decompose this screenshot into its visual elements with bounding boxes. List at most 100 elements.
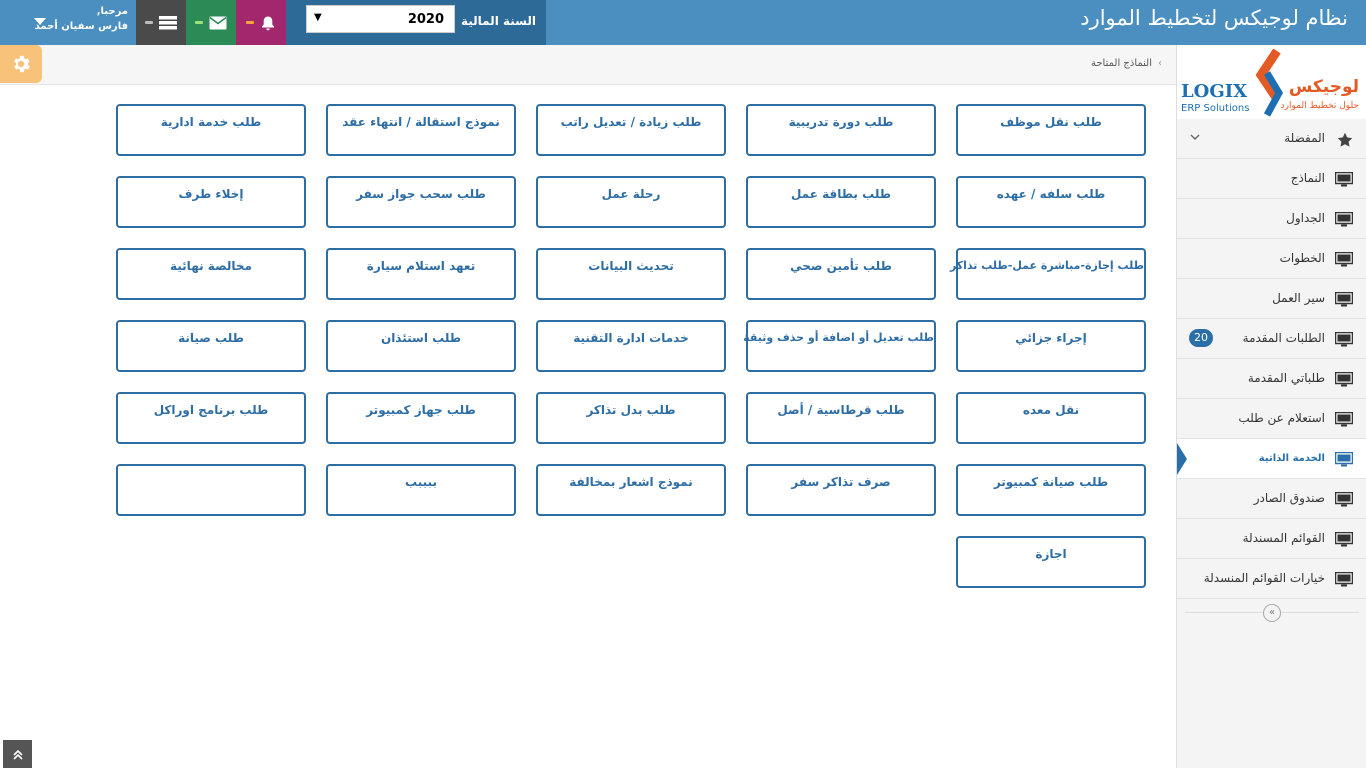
form-button-label: طلب إجازة-مباشرة عمل-طلب تذاكر — [949, 259, 1144, 272]
user-menu[interactable]: مرحبا, فارس سفيان أحمد — [0, 0, 136, 45]
logo-english: LOGIX — [1181, 81, 1248, 102]
form-button[interactable]: نقل معده — [956, 392, 1146, 444]
message-count-dash — [195, 21, 203, 24]
sidebar-item-label: المفضلة — [1284, 131, 1325, 145]
fiscal-year-select[interactable]: 2020 ▼ — [306, 5, 455, 33]
logix-logo: LOGIX ERP Solutions لوجيكس حلول تخطيط ال… — [1177, 45, 1366, 119]
monitor-icon — [1335, 532, 1353, 547]
sidebar-item-steps[interactable]: الخطوات — [1177, 239, 1366, 279]
sidebar-item-dropdown-options[interactable]: خيارات القوائم المنسدلة — [1177, 559, 1366, 599]
form-button-label: طلب استئذان — [380, 331, 462, 345]
form-button-label: طلب جهاز كمبيوتر — [366, 403, 476, 417]
form-button-label: ببببب — [405, 475, 437, 489]
sidebar-item-favorites[interactable]: المفضلة — [1177, 119, 1366, 159]
form-button[interactable]: طلب صيانة — [116, 320, 306, 372]
notification-count-dash — [246, 21, 254, 24]
form-button[interactable]: رحلة عمل — [536, 176, 726, 228]
form-button-label: طلب بدل تذاكر — [586, 403, 676, 417]
breadcrumb: › النماذج المتاحة — [1091, 58, 1162, 69]
form-button-label: طلب تأمين صحي — [790, 259, 892, 273]
form-button[interactable]: إجراء جزائي — [956, 320, 1146, 372]
form-button[interactable]: طلب استئذان — [326, 320, 516, 372]
form-button[interactable]: طلب بدل تذاكر — [536, 392, 726, 444]
form-button[interactable]: تحديث البيانات — [536, 248, 726, 300]
form-button[interactable]: طلب تعديل أو اضافة أو حذف وثيقة — [743, 320, 936, 372]
monitor-icon — [1335, 172, 1353, 187]
form-button[interactable]: طلب بطاقة عمل — [746, 176, 936, 228]
form-button-label: صرف تذاكر سفر — [791, 475, 891, 489]
form-button-label: تحديث البيانات — [588, 259, 674, 273]
form-button[interactable]: طلب سحب جواز سفر — [326, 176, 516, 228]
sidebar-item-request-inquiry[interactable]: استعلام عن طلب — [1177, 399, 1366, 439]
sidebar-collapse-row: « — [1177, 599, 1366, 627]
sidebar-item-label: الخدمة الذاتية — [1258, 453, 1325, 464]
messages-button[interactable] — [186, 0, 236, 45]
star-icon — [1337, 132, 1353, 147]
sidebar-item-forms[interactable]: النماذج — [1177, 159, 1366, 199]
dropdown-arrow-icon: ▼ — [314, 12, 322, 23]
form-button[interactable]: طلب نقل موظف — [956, 104, 1146, 156]
form-button[interactable]: طلب صيانة كمبيوتر — [956, 464, 1146, 516]
form-button[interactable]: خدمات ادارة التقنية — [536, 320, 726, 372]
envelope-icon — [209, 16, 227, 29]
fiscal-year-value: 2020 — [407, 12, 444, 27]
sidebar-item-tables[interactable]: الجداول — [1177, 199, 1366, 239]
logo-arabic: لوجيكس — [1288, 77, 1359, 97]
form-button[interactable]: طلب تأمين صحي — [746, 248, 936, 300]
form-button[interactable]: طلب قرطاسية / أصل — [746, 392, 936, 444]
sidebar-item-label: الطلبات المقدمة — [1242, 331, 1325, 345]
form-button-label: طلب قرطاسية / أصل — [777, 403, 905, 417]
form-button-label: طلب صيانة — [178, 331, 244, 345]
form-button-label: طلب دورة تدريبية — [788, 115, 894, 129]
monitor-icon — [1335, 212, 1353, 227]
monitor-icon — [1335, 332, 1353, 347]
sidebar-item-submitted-requests[interactable]: الطلبات المقدمة 20 — [1177, 319, 1366, 359]
form-button-label: تعهد استلام سيارة — [366, 259, 476, 273]
notifications-button[interactable] — [236, 0, 286, 45]
sidebar-item-label: صندوق الصادر — [1253, 491, 1325, 505]
form-button[interactable]: طلب إجازة-مباشرة عمل-طلب تذاكر — [949, 248, 1146, 300]
form-button[interactable]: اجازة — [956, 536, 1146, 588]
form-button-label: طلب زيادة / تعديل راتب — [560, 115, 702, 129]
form-button-label: طلب خدمة ادارية — [160, 115, 262, 129]
form-button[interactable]: ببببب — [326, 464, 516, 516]
form-button-empty[interactable] — [116, 464, 306, 516]
form-button[interactable]: إخلاء طرف — [116, 176, 306, 228]
form-button[interactable]: طلب خدمة ادارية — [116, 104, 306, 156]
form-button[interactable]: مخالصة نهائية — [116, 248, 306, 300]
task-count-dash — [145, 21, 153, 24]
scroll-to-top-button[interactable] — [3, 740, 32, 768]
sidebar-item-outbox[interactable]: صندوق الصادر — [1177, 479, 1366, 519]
settings-button[interactable] — [0, 45, 42, 83]
form-button[interactable]: طلب سلفه / عهده — [956, 176, 1146, 228]
top-bar: نظام لوجيكس لتخطيط الموارد السنة المالية… — [0, 0, 1366, 45]
sidebar-item-my-requests[interactable]: طلباتي المقدمة — [1177, 359, 1366, 399]
form-button[interactable]: طلب جهاز كمبيوتر — [326, 392, 516, 444]
form-button[interactable]: نموذج استقالة / انتهاء عقد — [326, 104, 516, 156]
sidebar-item-label: القوائم المسندلة — [1242, 531, 1325, 545]
form-button-label: إخلاء طرف — [178, 187, 244, 201]
tasks-button[interactable] — [136, 0, 186, 45]
sidebar-item-workflow[interactable]: سير العمل — [1177, 279, 1366, 319]
bell-icon — [262, 16, 274, 30]
form-button[interactable]: طلب برنامج اوراكل — [116, 392, 306, 444]
sidebar-item-self-service[interactable]: الخدمة الذاتية — [1177, 439, 1366, 479]
form-button-label: طلب سلفه / عهده — [996, 187, 1106, 201]
sidebar-item-label: استعلام عن طلب — [1238, 411, 1325, 425]
form-button-label: نموذج استقالة / انتهاء عقد — [342, 115, 500, 129]
form-button[interactable]: طلب زيادة / تعديل راتب — [536, 104, 726, 156]
collapse-sidebar-icon[interactable]: « — [1263, 604, 1281, 622]
form-button[interactable]: طلب دورة تدريبية — [746, 104, 936, 156]
sidebar-item-label: الخطوات — [1279, 251, 1325, 265]
sidebar-item-label: طلباتي المقدمة — [1247, 371, 1325, 385]
form-button[interactable]: نموذج اشعار بمخالفة — [536, 464, 726, 516]
breadcrumb-current[interactable]: النماذج المتاحة — [1091, 58, 1152, 69]
monitor-icon — [1335, 572, 1353, 587]
chevron-down-icon[interactable] — [1189, 131, 1201, 143]
fiscal-year-box: السنة المالية 2020 ▼ — [286, 0, 546, 45]
form-button[interactable]: صرف تذاكر سفر — [746, 464, 936, 516]
app-title: نظام لوجيكس لتخطيط الموارد — [1080, 6, 1348, 30]
form-button[interactable]: تعهد استلام سيارة — [326, 248, 516, 300]
sidebar-item-dropdown-lists[interactable]: القوائم المسندلة — [1177, 519, 1366, 559]
form-button-label: نقل معده — [1022, 403, 1080, 417]
